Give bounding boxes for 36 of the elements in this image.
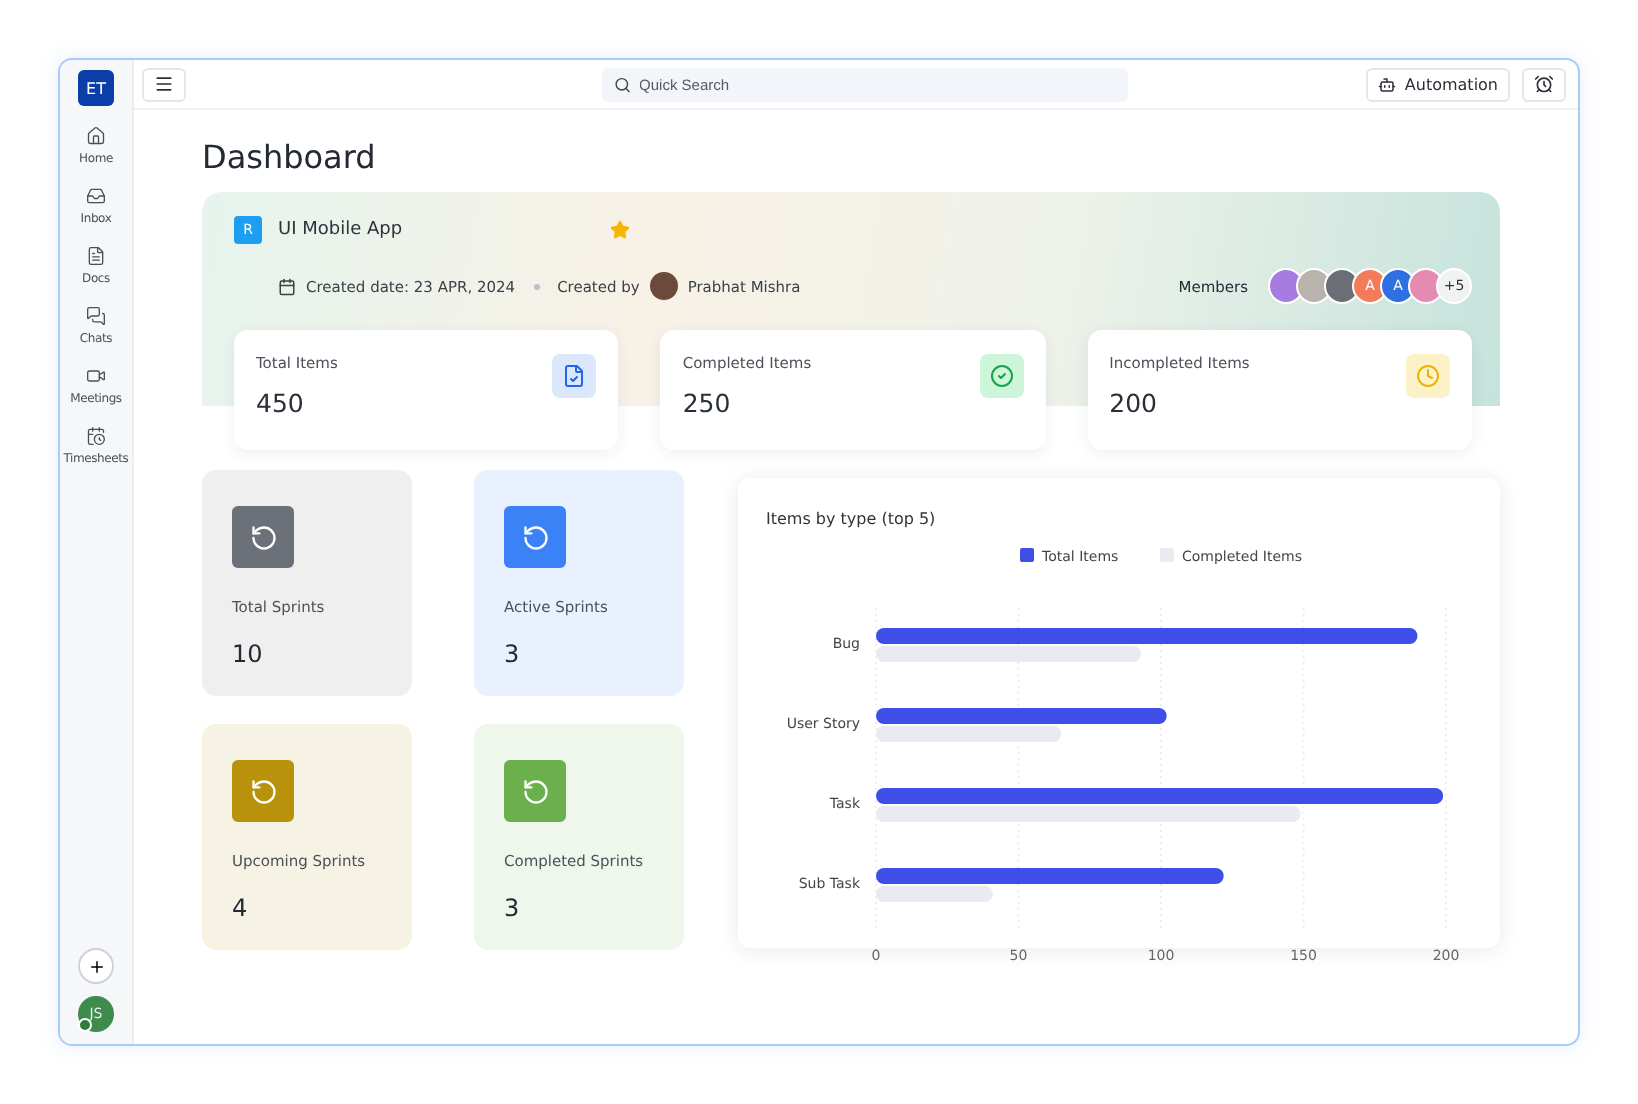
chat-bubbles-icon [86, 306, 106, 326]
inbox-icon [85, 186, 106, 206]
stat-value: 450 [256, 388, 306, 418]
rotate-arrow-icon [249, 523, 277, 551]
search-icon [614, 75, 632, 93]
automation-button[interactable]: Automation [1366, 67, 1510, 101]
stat-glyph-icon [989, 364, 1014, 388]
video-camera-icon [86, 366, 106, 386]
document-icon [85, 246, 106, 266]
sprint-value: 10 [232, 640, 265, 668]
menu-button[interactable] [142, 67, 186, 101]
stat-glyph-icon [562, 364, 587, 388]
plus-icon [87, 957, 105, 975]
menu-icon [154, 74, 174, 94]
add-button[interactable] [78, 948, 114, 984]
stat-value: 200 [1109, 388, 1160, 418]
sprint-value: 3 [504, 640, 522, 668]
robot-icon [1378, 75, 1397, 93]
rotate-arrow-icon [249, 777, 277, 805]
stat-value: 250 [682, 388, 733, 418]
app-logo: ET [78, 70, 114, 106]
project-name: UI Mobile App [278, 220, 403, 240]
page-title: Dashboard [202, 138, 378, 176]
stat-glyph-icon [1415, 364, 1440, 388]
star-icon[interactable] [610, 220, 631, 240]
home-icon [85, 126, 106, 146]
rotate-arrow-icon [521, 523, 549, 551]
rotate-arrow-icon [521, 777, 549, 805]
chart-title: Items by type (top 5) [766, 510, 938, 528]
sprint-value: 3 [504, 894, 522, 922]
photo-placeholder [649, 272, 678, 300]
calendar-clock-icon [85, 426, 106, 446]
alarm-button[interactable] [1522, 67, 1566, 101]
sprint-value: 4 [232, 894, 250, 922]
calendar-icon [278, 277, 296, 295]
alarm-clock-icon [1534, 74, 1554, 94]
